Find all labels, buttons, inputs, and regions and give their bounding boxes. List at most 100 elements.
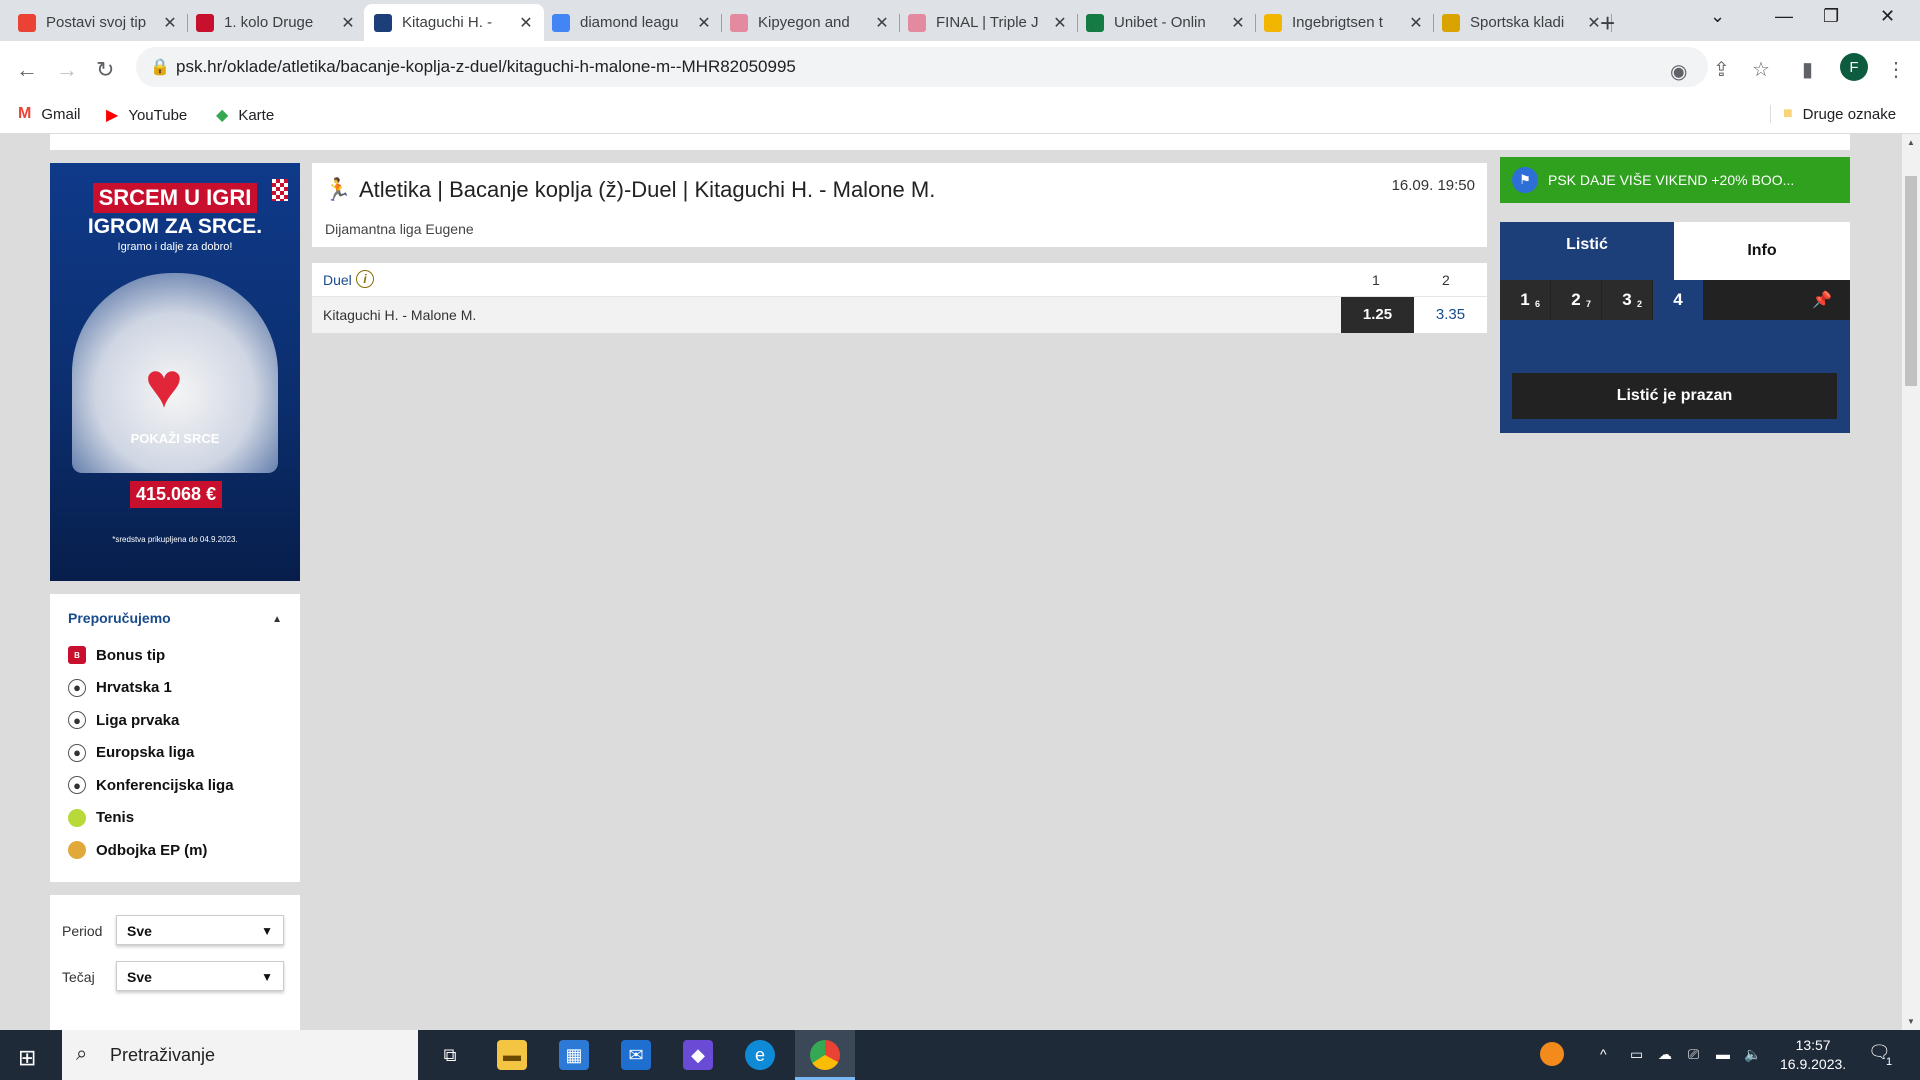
charity-banner[interactable]: SRCEM U IGRI IGROM ZA SRCE. Igramo i dal… — [50, 163, 300, 581]
collapse-caret-icon[interactable]: ▲ — [272, 614, 282, 625]
profile-avatar[interactable]: F — [1840, 53, 1868, 81]
browser-tab[interactable]: 1. kolo Druge ✕ — [186, 4, 366, 41]
other-bookmarks[interactable]: ■ Druge oznake — [1770, 105, 1896, 123]
address-bar[interactable]: 🔒 psk.hr/oklade/atletika/bacanje-koplja-… — [136, 47, 1708, 87]
mail-icon[interactable]: ✉ — [621, 1040, 651, 1070]
promo-text: PSK DAJE VIŠE VIKEND +20% BOO... — [1548, 172, 1795, 188]
browser-tab[interactable]: Unibet - Onlin ✕ — [1076, 4, 1256, 41]
slip-number-tab[interactable]: 16 — [1500, 280, 1550, 320]
info-icon[interactable]: i — [356, 270, 374, 288]
recommended-item[interactable]: ● Europska liga — [68, 743, 194, 762]
minimize-button[interactable]: — — [1775, 6, 1793, 27]
close-tab-icon[interactable]: ✕ — [1230, 13, 1246, 33]
close-tab-icon[interactable]: ✕ — [1052, 13, 1068, 33]
file-explorer-icon[interactable]: ▬ — [497, 1040, 527, 1070]
browser-tab[interactable]: Kipyegon and ✕ — [720, 4, 900, 41]
tennis-icon — [68, 808, 86, 827]
promo-icon: ⚑ — [1512, 167, 1538, 193]
tab-listic[interactable]: Listić — [1500, 222, 1674, 280]
period-select[interactable]: Sve ▼ — [116, 915, 284, 945]
bookmark-youtube[interactable]: ▶ YouTube — [106, 105, 187, 125]
close-tab-icon[interactable]: ✕ — [1408, 13, 1424, 33]
close-tab-icon[interactable]: ✕ — [340, 13, 356, 33]
orange-app-icon[interactable] — [1540, 1042, 1564, 1066]
filters-panel: Period Sve ▼ Tečaj Sve ▼ — [50, 895, 300, 1030]
new-tab-button[interactable]: + — [1600, 8, 1615, 39]
recommended-item[interactable]: ● Hrvatska 1 — [68, 678, 172, 697]
system-clock[interactable]: 13:57 16.9.2023. — [1780, 1036, 1846, 1074]
worldathletics-icon — [730, 13, 748, 32]
forward-icon[interactable]: → — [56, 57, 78, 83]
worldathletics-icon — [908, 13, 926, 32]
tab-title: Kitaguchi H. - — [402, 14, 493, 31]
recommended-item[interactable]: ● Liga prvaka — [68, 711, 179, 729]
browser-tab[interactable]: Sportska kladi ✕ — [1432, 4, 1612, 41]
browser-tab[interactable]: Postavi svoj tip ✕ — [8, 4, 188, 41]
taskbar-search[interactable]: ⌕ Pretraživanje — [62, 1030, 418, 1080]
star-icon[interactable]: ☆ — [1752, 57, 1770, 82]
display-icon[interactable]: ⎚ — [1688, 1046, 1699, 1063]
recommended-item[interactable]: ● Konferencijska liga — [68, 776, 234, 794]
menu-icon[interactable]: ⋮ — [1886, 57, 1906, 82]
odds-select[interactable]: Sve ▼ — [116, 961, 284, 991]
back-icon[interactable]: ← — [16, 57, 38, 83]
store-icon[interactable]: ▦ — [559, 1040, 589, 1070]
scroll-up-icon[interactable]: ▲ — [1907, 138, 1915, 147]
bookmark-karte[interactable]: ◆ Karte — [216, 105, 274, 125]
slip-number-tab[interactable]: 32 — [1602, 280, 1652, 320]
slip-number-tab[interactable]: 4 — [1653, 280, 1703, 320]
side-panel-icon[interactable]: ▮ — [1802, 57, 1813, 82]
slip-number-tab[interactable]: 27 — [1551, 280, 1601, 320]
close-tab-icon[interactable]: ✕ — [696, 13, 712, 33]
psk-icon — [374, 13, 392, 32]
share-icon[interactable]: ⇪ — [1713, 57, 1730, 82]
browser-tab[interactable]: Kitaguchi H. - ✕ — [364, 4, 544, 41]
close-window-button[interactable]: ✕ — [1880, 6, 1895, 27]
tab-title: Kipyegon and — [758, 14, 850, 31]
tab-title: Unibet - Onlin — [1114, 14, 1206, 31]
meet-icon[interactable]: ▭ — [1630, 1046, 1643, 1063]
eye-off-icon[interactable]: ◉ — [1670, 59, 1687, 84]
windows-taskbar: ⊞ ⌕ Pretraživanje ⧉ ▬ ▦ ✉ ◆ e ^ ▭ ☁ ⎚ ▬ … — [0, 1030, 1920, 1080]
search-icon: ⌕ — [76, 1043, 88, 1065]
recommended-heading[interactable]: Preporučujemo — [68, 610, 171, 626]
edge-icon[interactable]: e — [745, 1040, 775, 1070]
bookmark-gmail[interactable]: M Gmail — [18, 105, 81, 123]
gmail-icon: M — [18, 105, 32, 122]
bonus-icon: B — [68, 646, 86, 664]
onedrive-icon[interactable]: ☁ — [1658, 1046, 1672, 1063]
recommended-item[interactable]: Tenis — [68, 808, 134, 827]
browser-tab[interactable]: Ingebrigtsen t ✕ — [1254, 4, 1434, 41]
pin-icon[interactable]: 📌 — [1812, 290, 1832, 310]
clipchamp-icon[interactable]: ◆ — [683, 1040, 713, 1070]
battery-icon[interactable]: ▬ — [1716, 1046, 1730, 1062]
recommended-item[interactable]: B Bonus tip — [68, 646, 165, 664]
tab-info[interactable]: Info — [1674, 222, 1850, 280]
windows-start-icon[interactable]: ⊞ — [18, 1045, 36, 1071]
match-name: Kitaguchi H. - Malone M. — [323, 307, 477, 323]
odds-label: Tečaj — [62, 969, 95, 985]
close-tab-icon[interactable]: ✕ — [162, 13, 178, 33]
tab-search-icon[interactable]: ⌄ — [1710, 6, 1725, 27]
browser-tab[interactable]: diamond leagu ✕ — [542, 4, 722, 41]
close-tab-icon[interactable]: ✕ — [518, 13, 534, 33]
task-view-icon[interactable]: ⧉ — [435, 1040, 465, 1070]
url-text: psk.hr/oklade/atletika/bacanje-koplja-z-… — [176, 57, 796, 76]
chrome-taskbar-active[interactable] — [795, 1030, 855, 1080]
tray-expand-icon[interactable]: ^ — [1600, 1046, 1607, 1062]
promo-banner[interactable]: ⚑ PSK DAJE VIŠE VIKEND +20% BOO... — [1500, 157, 1850, 203]
scroll-down-icon[interactable]: ▼ — [1907, 1017, 1915, 1026]
reload-icon[interactable]: ↻ — [96, 57, 114, 83]
col-1-header: 1 — [1372, 272, 1380, 288]
volume-icon[interactable]: 🔈 — [1744, 1046, 1761, 1063]
browser-tab[interactable]: FINAL | Triple J ✕ — [898, 4, 1078, 41]
recommended-item[interactable]: Odbojka EP (m) — [68, 841, 207, 859]
recommended-panel: Preporučujemo ▲ B Bonus tip ● Hrvatska 1 ● Li… — [50, 594, 300, 882]
page-scrollbar[interactable]: ▲ ▼ — [1902, 134, 1920, 1030]
odd-2-button[interactable]: 3.35 — [1414, 297, 1487, 333]
odd-1-button[interactable]: 1.25 — [1341, 297, 1414, 333]
scroll-thumb[interactable] — [1905, 176, 1917, 386]
close-tab-icon[interactable]: ✕ — [874, 13, 890, 33]
football-icon: ● — [68, 776, 86, 794]
maximize-button[interactable]: ❐ — [1823, 6, 1839, 27]
